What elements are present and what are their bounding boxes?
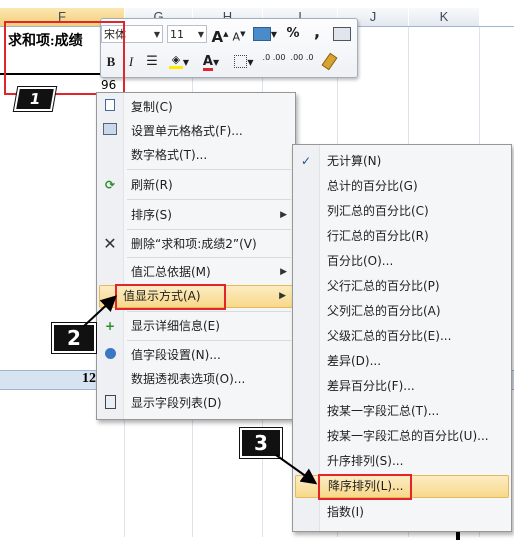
arrow-2 [83, 295, 117, 327]
annotation-arrows [83, 295, 318, 485]
arrow-3 [275, 454, 318, 485]
